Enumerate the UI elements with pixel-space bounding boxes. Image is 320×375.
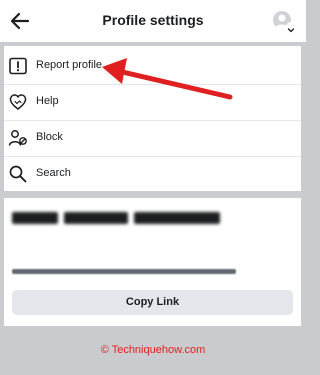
menu-item-label: Help xyxy=(36,95,59,107)
menu-item-help[interactable]: Help xyxy=(4,84,301,120)
menu-item-search[interactable]: Search xyxy=(4,156,301,192)
watermark: © Techniquehow.com xyxy=(100,344,206,356)
menu-item-block[interactable]: Block xyxy=(4,120,301,156)
block-user-icon xyxy=(8,130,27,146)
account-switch-button[interactable] xyxy=(286,22,296,33)
chevron-down-icon xyxy=(287,28,295,33)
menu-item-label: Block xyxy=(36,131,63,143)
help-heart-icon xyxy=(9,94,27,110)
menu-item-label: Search xyxy=(36,167,71,179)
report-icon xyxy=(9,57,27,75)
app-bar: Profile settings xyxy=(0,0,306,42)
blurred-profile-url xyxy=(12,269,236,274)
page-title: Profile settings xyxy=(102,12,204,28)
profile-options-menu: Report profile Help Block Search xyxy=(4,46,301,191)
copy-link-button[interactable]: Copy Link xyxy=(12,290,293,315)
search-icon xyxy=(9,165,27,183)
share-profile-card: Copy Link xyxy=(4,198,301,326)
blurred-profile-name xyxy=(12,212,220,224)
menu-item-report-profile[interactable]: Report profile xyxy=(4,48,301,84)
menu-item-label: Report profile xyxy=(36,59,103,71)
